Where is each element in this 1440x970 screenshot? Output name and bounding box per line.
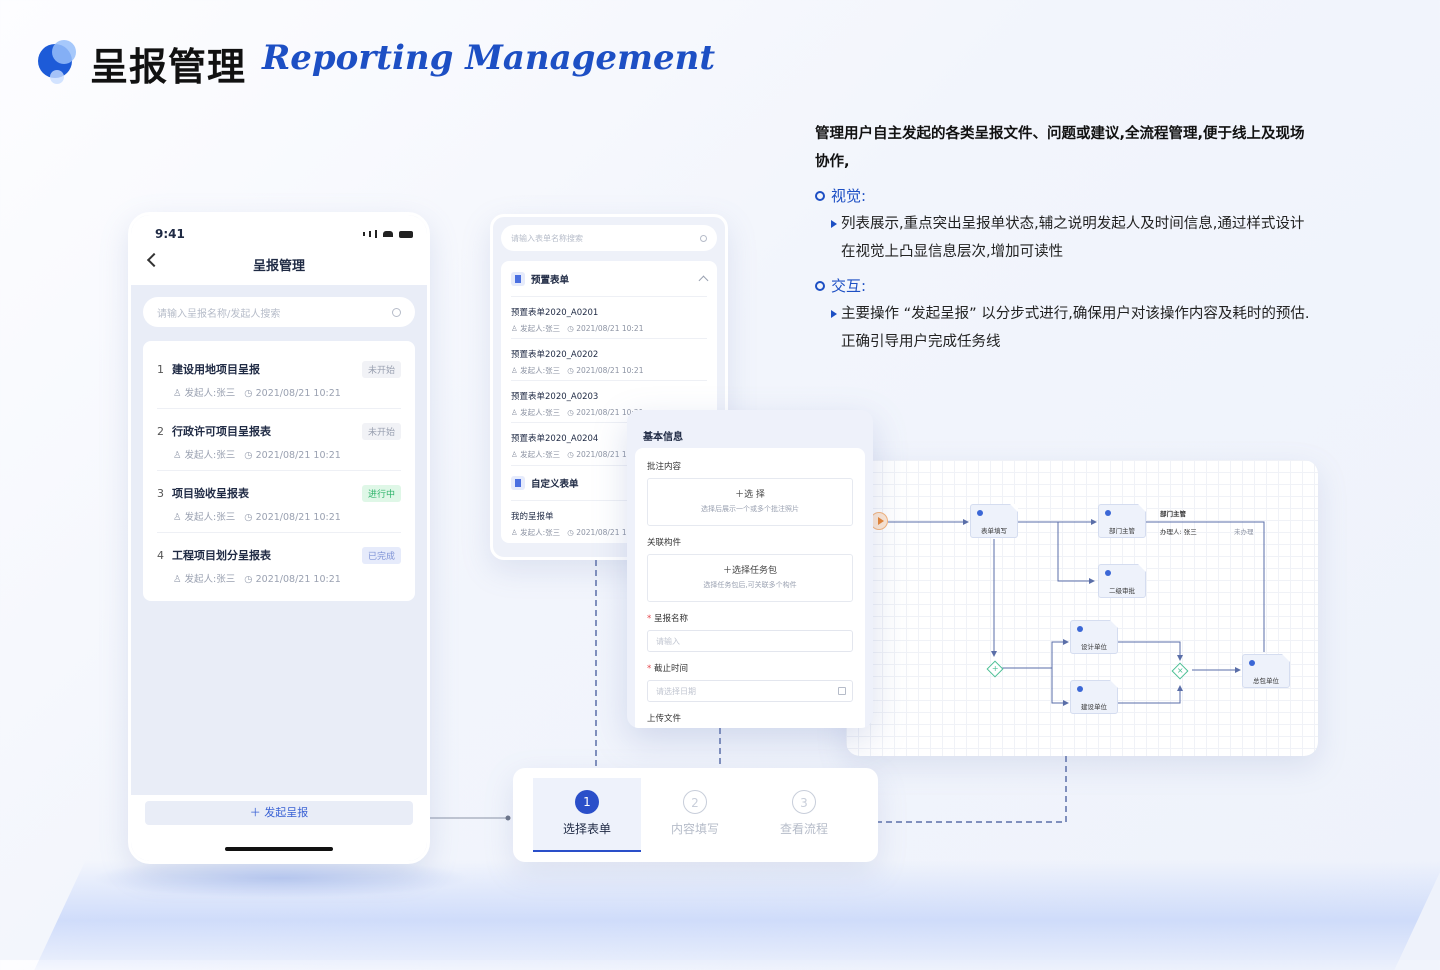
building-icon bbox=[511, 476, 525, 490]
report-list: 1 建设用地项目呈报 ♙ 发起人:张三 ◷ 2021/08/21 10:21 未开… bbox=[143, 341, 415, 601]
interaction-point: 主要操作 “发起呈报” 以分步式进行,确保用户对该操作内容及耗时的预估.正确引导… bbox=[815, 300, 1315, 356]
component-label: 关联构件 bbox=[647, 538, 682, 548]
calendar-icon bbox=[838, 687, 846, 695]
step-view-flow[interactable]: 3 查看流程 bbox=[750, 778, 858, 852]
report-name-input[interactable]: 请输入 bbox=[647, 630, 853, 652]
flow-diagram-card: 表单填写 部门主管 部门主管 办理人: 张三 未办理 二级审批 设计单位 建设单… bbox=[846, 460, 1318, 756]
list-item[interactable]: 3 项目验收呈报表 ♙ 发起人:张三 ◷ 2021/08/21 10:21 进行中 bbox=[157, 471, 401, 533]
phone-mockup: 9:41 呈报管理 请输入呈报名称/发起人搜索 1 建设用地项目呈报 ♙ 发起人:… bbox=[128, 212, 430, 864]
flow-node-second[interactable]: 二级审批 bbox=[1098, 564, 1146, 598]
form-search-input[interactable]: 请输入表单名称搜索 bbox=[501, 225, 717, 251]
basic-info-title: 基本信息 bbox=[643, 432, 683, 443]
description-panel: 管理用户自主发起的各类呈报文件、问题或建议,全流程管理,便于线上及现场协作, 视… bbox=[815, 120, 1315, 356]
status-badge: 已完成 bbox=[361, 547, 401, 564]
nav-bar: 呈报管理 bbox=[131, 241, 427, 274]
logo-icon bbox=[38, 40, 80, 84]
description-intro: 管理用户自主发起的各类呈报文件、问题或建议,全流程管理,便于线上及现场协作, bbox=[815, 126, 1305, 170]
flow-detail-handler: 办理人: 张三 bbox=[1160, 528, 1197, 536]
step-fill-content[interactable]: 2 内容填写 bbox=[641, 778, 749, 852]
flow-node-build[interactable]: 建设单位 bbox=[1070, 680, 1118, 714]
chevron-up-icon[interactable] bbox=[698, 275, 709, 285]
building-icon bbox=[511, 271, 525, 286]
connector-dot bbox=[505, 815, 511, 821]
status-badge: 进行中 bbox=[361, 485, 401, 502]
step-indicator: 1 选择表单 2 内容填写 3 查看流程 bbox=[513, 768, 878, 862]
interaction-heading: 交互: bbox=[815, 272, 1315, 300]
annotation-select-button[interactable]: ＋选 择 选择后展示一个或多个批注照片 bbox=[647, 478, 853, 526]
preset-forms-header[interactable]: 预置表单 bbox=[511, 261, 709, 297]
home-indicator bbox=[225, 847, 333, 851]
signal-icon bbox=[363, 227, 413, 241]
status-badge: 未开始 bbox=[361, 423, 401, 440]
phone-header: 9:41 呈报管理 bbox=[131, 215, 427, 285]
initiate-report-button[interactable]: ＋ 发起呈报 bbox=[145, 801, 413, 825]
annotation-label: 批注内容 bbox=[647, 462, 682, 472]
search-input[interactable]: 请输入呈报名称/发起人搜索 bbox=[143, 297, 415, 327]
flow-node-general[interactable]: 总包单位 bbox=[1242, 654, 1290, 688]
basic-info-card: 基本信息 批注内容 ＋选 择 选择后展示一个或多个批注照片 关联构件 ＋选择任务… bbox=[627, 410, 873, 728]
search-icon bbox=[392, 307, 401, 317]
status-time: 9:41 bbox=[155, 227, 185, 241]
list-item[interactable]: 2 行政许可项目呈报表 ♙ 发起人:张三 ◷ 2021/08/21 10:21 未… bbox=[157, 409, 401, 471]
visual-heading: 视觉: bbox=[815, 182, 1315, 210]
circle-bullet-icon bbox=[815, 191, 825, 201]
list-item[interactable]: 4 工程项目划分呈报表 ♙ 发起人:张三 ◷ 2021/08/21 10:21 已… bbox=[157, 533, 401, 595]
flow-node-design[interactable]: 设计单位 bbox=[1070, 620, 1118, 654]
page-subtitle: Reporting Management bbox=[262, 38, 716, 78]
flow-detail-status: 未办理 bbox=[1234, 528, 1254, 536]
visual-point: 列表展示,重点突出呈报单状态,辅之说明发起人及时间信息,通过样式设计在视觉上凸显… bbox=[815, 210, 1315, 266]
report-name-label: * 呈报名称 bbox=[647, 614, 688, 624]
flow-connector bbox=[878, 756, 1067, 823]
basic-info-form: 批注内容 ＋选 择 选择后展示一个或多个批注照片 关联构件 ＋选择任务包 选择任… bbox=[635, 448, 865, 728]
deadline-input[interactable]: 请选择日期 bbox=[647, 680, 853, 702]
status-badge: 未开始 bbox=[361, 361, 401, 378]
flow-node-fill[interactable]: 表单填写 bbox=[970, 504, 1018, 538]
step-select-form[interactable]: 1 选择表单 bbox=[533, 778, 641, 852]
upload-label: 上传文件 bbox=[647, 714, 682, 724]
deadline-label: * 截止时间 bbox=[647, 664, 688, 674]
list-item[interactable]: 预置表单2020_A0201 ♙ 发起人:张三 ◷ 2021/08/21 10:… bbox=[511, 297, 707, 339]
nav-title: 呈报管理 bbox=[252, 259, 305, 274]
list-item[interactable]: 预置表单2020_A0202 ♙ 发起人:张三 ◷ 2021/08/21 10:… bbox=[511, 339, 707, 381]
phone-footer: ＋ 发起呈报 bbox=[131, 795, 427, 861]
status-bar: 9:41 bbox=[131, 215, 427, 241]
task-package-select-button[interactable]: ＋选择任务包 选择任务包后,可关联多个构件 bbox=[647, 554, 853, 602]
page-title: 呈报管理 bbox=[90, 44, 247, 89]
circle-bullet-icon bbox=[815, 281, 825, 291]
flow-detail-title: 部门主管 bbox=[1160, 510, 1186, 518]
search-icon bbox=[700, 234, 707, 242]
list-item[interactable]: 1 建设用地项目呈报 ♙ 发起人:张三 ◷ 2021/08/21 10:21 未开… bbox=[157, 347, 401, 409]
flow-node-dept[interactable]: 部门主管 bbox=[1098, 504, 1146, 538]
